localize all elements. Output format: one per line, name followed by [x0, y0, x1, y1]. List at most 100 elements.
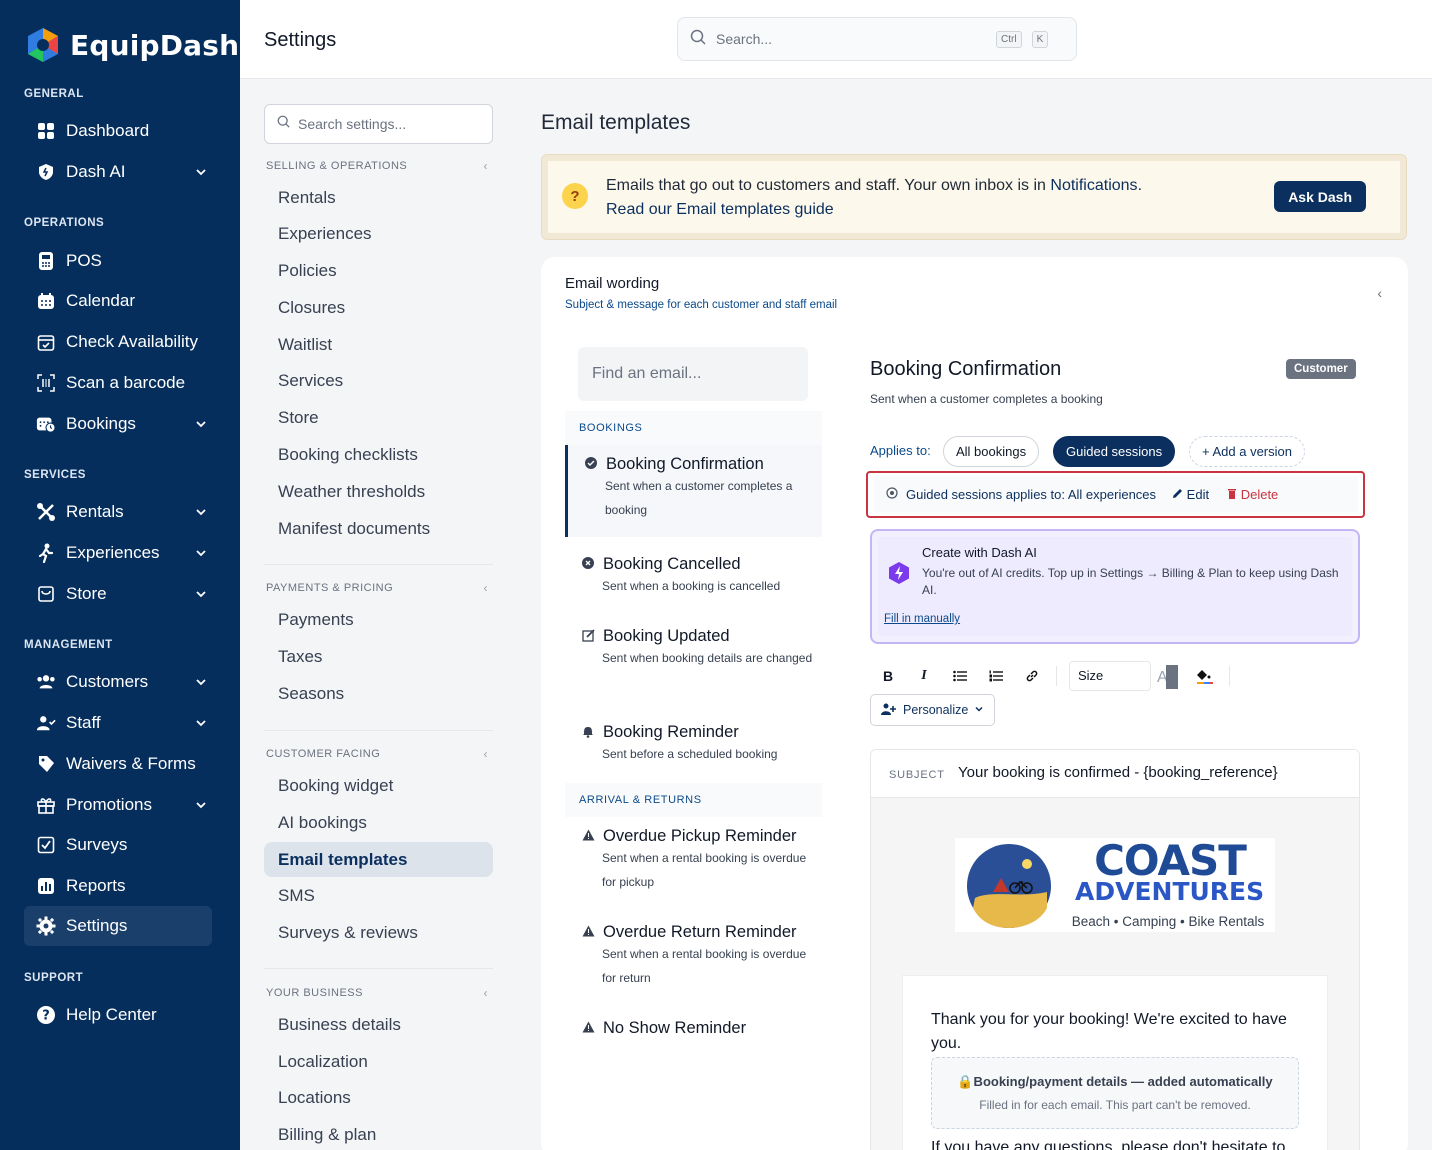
pill-all-bookings[interactable]: All bookings: [943, 436, 1040, 467]
size-select[interactable]: Size: [1069, 661, 1151, 691]
notifications-link[interactable]: Notifications: [1050, 177, 1137, 194]
chevron-down-icon[interactable]: [194, 797, 208, 817]
settings-item-store[interactable]: Store: [264, 400, 493, 435]
brand[interactable]: EquipDash: [24, 26, 239, 64]
guide-link[interactable]: Read our Email templates guide: [606, 201, 834, 219]
group-payments-pricing[interactable]: PAYMENTS & PRICING ‹: [266, 581, 492, 595]
settings-item-waitlist[interactable]: Waitlist: [264, 327, 493, 362]
detail-title: Booking Confirmation: [870, 358, 1062, 380]
settings-search[interactable]: [264, 104, 493, 144]
settings-item-rentals[interactable]: Rentals: [264, 180, 493, 215]
banner-text-main: Emails that go out to customers and staf…: [606, 177, 1051, 194]
ask-dash-button[interactable]: Ask Dash: [1274, 181, 1366, 212]
nav-settings[interactable]: Settings: [24, 906, 212, 946]
add-version-button[interactable]: + Add a version: [1189, 436, 1305, 467]
personalize-button[interactable]: Personalize: [870, 694, 996, 726]
chevron-left-icon[interactable]: ‹: [484, 581, 489, 595]
nav-customers[interactable]: Customers: [24, 662, 212, 702]
nav-staff[interactable]: Staff: [24, 703, 212, 743]
nav-promotions[interactable]: Promotions: [24, 785, 212, 825]
nav-rentals[interactable]: Rentals: [24, 492, 212, 532]
settings-item-localization[interactable]: Localization: [264, 1044, 493, 1079]
settings-item-surveys-reviews[interactable]: Surveys & reviews: [264, 915, 493, 950]
text-color-icon[interactable]: A: [1151, 661, 1187, 691]
settings-item-ai-bookings[interactable]: AI bookings: [264, 805, 493, 840]
chevron-down-icon[interactable]: [194, 674, 208, 694]
link-icon[interactable]: [1014, 661, 1050, 691]
toolbar-divider: [1056, 666, 1057, 686]
nav-scan-barcode[interactable]: Scan a barcode: [24, 363, 212, 403]
chevron-down-icon[interactable]: [194, 586, 208, 606]
bell-icon: [581, 725, 595, 741]
nav-check-availability[interactable]: Check Availability: [24, 322, 212, 362]
pill-guided-sessions[interactable]: Guided sessions: [1053, 436, 1176, 467]
body-paragraph-2[interactable]: If you have any questions, please don't …: [931, 1136, 1311, 1150]
chevron-down-icon[interactable]: [194, 545, 208, 565]
numbered-list-icon[interactable]: [978, 661, 1014, 691]
settings-item-seasons[interactable]: Seasons: [264, 676, 493, 711]
global-search[interactable]: Ctrl K: [677, 17, 1077, 61]
settings-item-locations[interactable]: Locations: [264, 1080, 493, 1115]
settings-item-email-templates[interactable]: Email templates: [264, 842, 493, 877]
delete-rule-button[interactable]: Delete: [1227, 487, 1278, 502]
chevron-down-icon[interactable]: [194, 416, 208, 436]
settings-item-closures[interactable]: Closures: [264, 290, 493, 325]
chevron-down-icon[interactable]: [194, 715, 208, 735]
bullet-list-icon[interactable]: [942, 661, 978, 691]
bold-icon[interactable]: B: [870, 661, 906, 691]
nav-experiences[interactable]: Experiences: [24, 533, 212, 573]
chevron-down-icon[interactable]: [194, 164, 208, 184]
body-paragraph-1[interactable]: Thank you for your booking! We're excite…: [931, 1008, 1311, 1056]
settings-item-sms[interactable]: SMS: [264, 878, 493, 913]
email-body[interactable]: Thank you for your booking! We're excite…: [903, 976, 1327, 1150]
nav-store[interactable]: Store: [24, 574, 212, 614]
email-item-booking-updated[interactable]: Booking Updated Sent when booking detail…: [565, 619, 822, 705]
chevron-left-icon[interactable]: ‹: [484, 986, 489, 1000]
nav-dashboard[interactable]: Dashboard: [24, 111, 212, 151]
settings-item-manifest-documents[interactable]: Manifest documents: [264, 511, 493, 546]
settings-item-billing-plan[interactable]: Billing & plan: [264, 1117, 493, 1150]
group-customer-facing[interactable]: CUSTOMER FACING ‹: [266, 747, 492, 761]
nav-reports[interactable]: Reports: [24, 866, 212, 906]
fill-manually-link[interactable]: Fill in manually: [884, 613, 960, 625]
chevron-left-icon[interactable]: ‹: [484, 747, 489, 761]
edit-rule-button[interactable]: Edit: [1172, 487, 1209, 502]
group-selling-operations[interactable]: SELLING & OPERATIONS ‹: [266, 159, 492, 173]
warning-icon: [581, 925, 595, 940]
global-search-input[interactable]: [716, 31, 986, 47]
settings-item-experiences[interactable]: Experiences: [264, 216, 493, 251]
personalize-label: Personalize: [903, 703, 969, 717]
nav-surveys[interactable]: Surveys: [24, 825, 212, 865]
settings-item-taxes[interactable]: Taxes: [264, 639, 493, 674]
group-your-business[interactable]: YOUR BUSINESS ‹: [266, 986, 492, 1000]
settings-search-input[interactable]: [298, 116, 478, 132]
settings-item-booking-checklists[interactable]: Booking checklists: [264, 437, 493, 472]
chevron-left-icon[interactable]: ‹: [1377, 285, 1382, 301]
email-item-booking-cancelled[interactable]: Booking Cancelled Sent when a booking is…: [565, 547, 822, 609]
email-item-booking-confirmation[interactable]: Booking Confirmation Sent when a custome…: [565, 445, 822, 537]
nav-help-center[interactable]: ? Help Center: [24, 995, 212, 1035]
highlight-color-icon[interactable]: [1187, 661, 1223, 691]
nav-pos[interactable]: POS: [24, 241, 212, 281]
settings-item-payments[interactable]: Payments: [264, 602, 493, 637]
email-item-booking-reminder[interactable]: Booking Reminder Sent before a scheduled…: [565, 715, 822, 777]
email-item-overdue-return[interactable]: Overdue Return Reminder Sent when a rent…: [565, 919, 822, 1005]
italic-icon[interactable]: I: [906, 661, 942, 691]
nav-bookings[interactable]: Bookings: [24, 404, 212, 444]
email-item-overdue-pickup[interactable]: Overdue Pickup Reminder Sent when a rent…: [565, 823, 822, 909]
settings-item-policies[interactable]: Policies: [264, 253, 493, 288]
settings-item-business-details[interactable]: Business details: [264, 1007, 493, 1042]
chevron-left-icon[interactable]: ‹: [484, 159, 489, 173]
chevron-down-icon[interactable]: [194, 504, 208, 524]
email-item-desc: Sent when a rental booking is overdue fo…: [602, 947, 807, 985]
settings-item-weather-thresholds[interactable]: Weather thresholds: [264, 474, 493, 509]
nav-calendar[interactable]: Calendar: [24, 281, 212, 321]
nav-waivers-forms[interactable]: Waivers & Forms: [24, 744, 212, 784]
nav-dash-ai[interactable]: Dash AI: [24, 152, 212, 192]
subject-row[interactable]: SUBJECT Your booking is confirmed - {boo…: [871, 750, 1359, 798]
subject-value[interactable]: Your booking is confirmed - {booking_ref…: [958, 764, 1278, 781]
settings-item-services[interactable]: Services: [264, 363, 493, 398]
find-email-input[interactable]: [578, 347, 808, 401]
email-item-no-show[interactable]: No Show Reminder: [565, 1015, 822, 1055]
settings-item-booking-widget[interactable]: Booking widget: [264, 768, 493, 803]
